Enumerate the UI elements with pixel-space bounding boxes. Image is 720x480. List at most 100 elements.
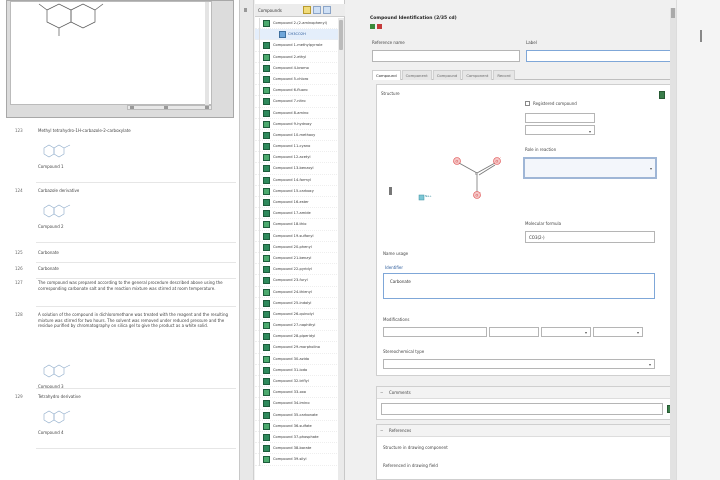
comments-field[interactable] xyxy=(381,403,663,415)
compound-list-item[interactable]: Compound 6-fluoro xyxy=(255,85,339,97)
compound-list-item[interactable]: Compound 31-iodo xyxy=(255,364,339,376)
compound-list-item[interactable]: Compound 14-formyl xyxy=(255,174,339,186)
delete-compound-icon[interactable] xyxy=(323,6,331,14)
compound-list-item[interactable]: Compound 27-naphthyl xyxy=(255,320,339,332)
compound-list-item[interactable]: Compound 26-quinolyl xyxy=(255,308,339,321)
compound-list-label: Compound 22-pyridyl xyxy=(273,267,312,272)
compound-list-item[interactable]: Compound 2-ethyl xyxy=(255,51,339,63)
comments-header[interactable]: − Comments xyxy=(377,387,675,399)
compound-list-item[interactable]: Compound 8-amino xyxy=(255,107,339,119)
compound-list-item[interactable]: Compound 15-carboxy xyxy=(255,185,339,197)
compound-list-item[interactable]: Compound 34-imino xyxy=(255,398,339,410)
document-row[interactable]: 128 A solution of the compound in dichlor… xyxy=(0,312,239,390)
document-row[interactable]: 129 Tetrahydro derivative Compound 4 xyxy=(0,394,239,450)
close-icon[interactable] xyxy=(377,24,382,29)
pane-splitter[interactable] xyxy=(240,0,254,480)
tab-compound-1[interactable]: Compound xyxy=(372,70,401,80)
compound-list-item[interactable]: Compound 9-hydroxy xyxy=(255,118,339,130)
compound-list-item[interactable]: Compound 18-thio xyxy=(255,219,339,231)
preview-horizontal-scrollbar[interactable] xyxy=(127,105,212,110)
reference-item-1[interactable]: Structure in drawing component xyxy=(383,445,448,450)
molecule-thumbnail[interactable] xyxy=(40,408,76,424)
compound-list-label: Compound 33-oxo xyxy=(273,390,306,395)
compound-list-item[interactable]: Compound 16-ester xyxy=(255,197,339,209)
sodium-atom[interactable] xyxy=(418,194,425,201)
editor-scroll-thumb[interactable] xyxy=(671,8,675,18)
document-row[interactable]: 125 Carbonate xyxy=(0,250,239,264)
preview-vertical-scrollbar[interactable] xyxy=(205,2,209,106)
molecule-thumbnail[interactable] xyxy=(40,202,76,218)
modification-field-a[interactable] xyxy=(383,327,487,337)
compound-list-item[interactable]: Compound 10-methoxy xyxy=(255,129,339,142)
document-row[interactable]: 123 Methyl tetrahydro-1H-carbazole-2-carb… xyxy=(0,128,239,184)
compound-list-item[interactable]: Compound 24-thienyl xyxy=(255,286,339,298)
compound-list-item[interactable]: Compound 7-nitro xyxy=(255,96,339,108)
tree-line xyxy=(259,51,260,63)
tab-component-4[interactable]: Component xyxy=(462,70,493,80)
tab-component-2[interactable]: Component xyxy=(401,70,432,80)
references-header[interactable]: − References xyxy=(377,425,675,437)
compound-list-scrollbar[interactable] xyxy=(338,18,344,480)
compound-name-field[interactable]: Carbonate xyxy=(383,273,655,299)
compound-list-item[interactable]: Compound 13-benzoyl xyxy=(255,163,339,175)
collapse-icon[interactable]: − xyxy=(380,390,383,395)
compound-list-item[interactable]: Compound 37-phosphate xyxy=(255,431,339,444)
tab-compound-3[interactable]: Compound xyxy=(432,70,462,80)
role-in-reaction-combo[interactable]: ▾ xyxy=(523,157,657,179)
compound-list-item[interactable]: Compound 20-phenyl xyxy=(255,241,339,253)
compound-list-item[interactable]: Compound 38-borate xyxy=(255,443,339,455)
save-icon[interactable] xyxy=(370,24,375,29)
compound-list-item[interactable]: Compound 11-cyano xyxy=(255,141,339,153)
stereo-type-combo[interactable]: ▾ xyxy=(383,359,655,369)
new-compound-icon[interactable] xyxy=(313,6,321,14)
compound-list-item[interactable]: Compound 35-carbonate xyxy=(255,409,339,421)
compound-list-item[interactable]: Compound 28-piperidyl xyxy=(255,331,339,343)
compound-list-item[interactable]: Compound 12-acetyl xyxy=(255,152,339,164)
compound-list-item[interactable]: Compound 2-(2-aminophenyl) xyxy=(255,18,339,30)
registry-number-field[interactable] xyxy=(525,113,595,123)
tree-line xyxy=(259,219,260,231)
folder-icon[interactable] xyxy=(303,6,311,14)
compound-list-item[interactable]: Compound 23-furyl xyxy=(255,275,339,287)
compound-list-item[interactable]: Compound 22-pyridyl xyxy=(255,264,339,276)
scroll-thumb[interactable] xyxy=(164,106,168,109)
document-row[interactable]: 126 Carbonate xyxy=(0,266,239,280)
compound-list-item[interactable]: Compound 30-azido xyxy=(255,353,339,365)
compound-list-item[interactable]: Compound 25-indolyl xyxy=(255,297,339,309)
compound-list-item[interactable]: Compound 32-triflyl xyxy=(255,376,339,388)
modification-field-b[interactable] xyxy=(489,327,539,337)
pin-icon[interactable] xyxy=(700,30,708,42)
reference-item-2[interactable]: Referenced in drawing field xyxy=(383,463,438,468)
modification-combo-b[interactable]: ▾ xyxy=(593,327,643,337)
compound-list-item[interactable]: Compound 36-sulfate xyxy=(255,420,339,432)
compound-list-item[interactable]: Compound 19-sulfonyl xyxy=(255,230,339,242)
tree-line xyxy=(259,29,260,41)
splitter-grip-icon[interactable] xyxy=(244,8,247,12)
structure-edit-icon[interactable] xyxy=(659,91,665,99)
tab-record-5[interactable]: Record xyxy=(493,70,515,80)
modification-combo-a[interactable]: ▾ xyxy=(541,327,591,337)
label-field[interactable] xyxy=(526,50,674,62)
document-row[interactable]: 127 The compound was prepared according t… xyxy=(0,280,239,308)
structure-canvas[interactable]: O O O C - - Na+ xyxy=(381,101,519,225)
compound-list-item[interactable]: Compound 39-silyl xyxy=(255,454,339,466)
compound-list-child-item[interactable]: CH3CO2H xyxy=(255,29,339,41)
compound-list-item[interactable]: Compound 29-morpholino xyxy=(255,342,339,354)
compound-list-item[interactable]: Compound 1-methylpyrrole xyxy=(255,40,339,52)
molecule-thumbnail[interactable] xyxy=(40,362,76,378)
scroll-right-arrow[interactable] xyxy=(205,106,209,109)
compound-list-scroll-thumb[interactable] xyxy=(339,20,343,50)
document-row[interactable]: 124 Carbazole derivative Compound 2 xyxy=(0,188,239,244)
collapse-icon[interactable]: − xyxy=(380,428,383,433)
compound-list-item[interactable]: Compound 4-bromo xyxy=(255,62,339,74)
molecule-thumbnail[interactable] xyxy=(40,142,76,158)
registered-compound-checkbox[interactable] xyxy=(525,101,530,106)
scroll-left-arrow[interactable] xyxy=(130,106,134,109)
molecular-formula-field[interactable]: CO3(2-) xyxy=(525,231,655,243)
compound-list-item[interactable]: Compound 17-amide xyxy=(255,208,339,220)
compound-list-item[interactable]: Compound 33-oxo xyxy=(255,387,339,399)
reference-name-field[interactable] xyxy=(372,50,520,62)
registry-type-combo[interactable]: ▾ xyxy=(525,125,595,135)
compound-list-item[interactable]: Compound 5-chloro xyxy=(255,73,339,86)
compound-list-item[interactable]: Compound 21-benzyl xyxy=(255,252,339,265)
